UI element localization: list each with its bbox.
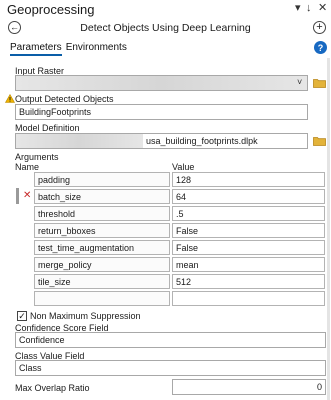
argument-name-cell-empty[interactable]: [34, 291, 170, 306]
tab-bar: Parameters Environments: [10, 42, 127, 56]
output-objects-label: Output Detected Objects: [15, 94, 114, 104]
window-title: Geoprocessing: [7, 2, 95, 17]
chevron-down-icon[interactable]: ˅: [297, 77, 302, 87]
model-definition-field[interactable]: usa_building_footprints.dlpk: [15, 133, 308, 149]
argument-name-cell[interactable]: batch_size: [34, 189, 170, 204]
plus-icon: +: [316, 21, 323, 33]
error-icon: ✕: [23, 190, 32, 201]
pin-dropdown-icon[interactable]: ▾: [295, 2, 301, 14]
nms-label: Non Maximum Suppression: [30, 311, 141, 321]
column-header-value: Value: [172, 162, 195, 172]
help-icon[interactable]: ?: [314, 41, 327, 54]
tab-environments[interactable]: Environments: [66, 42, 127, 56]
tab-parameters[interactable]: Parameters: [10, 42, 62, 56]
argument-value-cell-empty[interactable]: [172, 291, 325, 306]
row-selector-indicator: [16, 188, 19, 204]
warning-icon: [5, 94, 15, 103]
max-overlap-label: Max Overlap Ratio: [15, 383, 90, 393]
output-objects-field[interactable]: BuildingFootprints: [15, 104, 308, 120]
folder-icon[interactable]: [313, 136, 326, 146]
folder-icon[interactable]: [313, 78, 326, 88]
argument-value-cell[interactable]: 512: [172, 274, 325, 289]
input-raster-field[interactable]: [15, 75, 308, 91]
checkmark-icon: ✓: [18, 310, 26, 321]
model-definition-label: Model Definition: [15, 123, 80, 133]
argument-name-cell[interactable]: return_bboxes: [34, 223, 170, 238]
argument-value-cell[interactable]: mean: [172, 257, 325, 272]
model-definition-value: usa_building_footprints.dlpk: [146, 136, 258, 146]
tool-name: Detect Objects Using Deep Learning: [80, 22, 251, 34]
confidence-field-input[interactable]: Confidence: [15, 332, 326, 348]
vertical-scrollbar[interactable]: [327, 58, 330, 400]
column-header-name: Name: [15, 162, 40, 172]
redacted-path: [16, 134, 143, 148]
nms-checkbox[interactable]: ✓: [17, 311, 27, 321]
arguments-label: Arguments: [15, 152, 59, 162]
argument-name-cell[interactable]: threshold: [34, 206, 170, 221]
add-button[interactable]: +: [313, 21, 326, 34]
argument-value-cell[interactable]: 64: [172, 189, 325, 204]
auto-hide-icon[interactable]: ↓: [306, 2, 312, 14]
argument-value-cell[interactable]: False: [172, 240, 325, 255]
class-value-field-input[interactable]: Class: [15, 360, 326, 376]
argument-value-cell[interactable]: False: [172, 223, 325, 238]
argument-name-cell[interactable]: tile_size: [34, 274, 170, 289]
argument-name-cell[interactable]: padding: [34, 172, 170, 187]
argument-value-cell[interactable]: .5: [172, 206, 325, 221]
argument-name-cell[interactable]: test_time_augmentation: [34, 240, 170, 255]
close-icon[interactable]: ✕: [318, 2, 327, 14]
argument-name-cell[interactable]: merge_policy: [34, 257, 170, 272]
argument-value-cell[interactable]: 128: [172, 172, 325, 187]
max-overlap-input[interactable]: 0: [172, 379, 326, 395]
